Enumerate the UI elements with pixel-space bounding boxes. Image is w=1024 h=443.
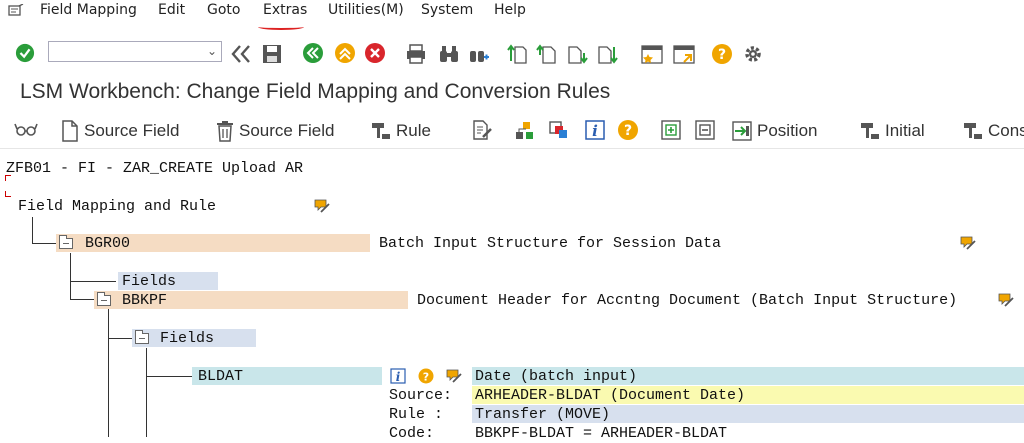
menu-utilities[interactable]: Utilities(M): [328, 2, 404, 18]
tree-line: [70, 299, 94, 300]
note-icon[interactable]: [998, 292, 1014, 308]
command-field[interactable]: ⌄: [48, 41, 222, 62]
structure-name[interactable]: BGR00: [85, 235, 130, 253]
hierarchy-icon[interactable]: [514, 119, 536, 141]
selection-mark: [5, 175, 11, 181]
position-arrow-icon: [732, 121, 752, 141]
rule-tool-icon: [372, 123, 390, 139]
back-green-icon[interactable]: [302, 42, 324, 64]
code-label: Code:: [389, 425, 435, 442]
position-label: Position: [757, 121, 818, 140]
tree-line: [32, 217, 33, 243]
collapse-all-icon[interactable]: [694, 119, 716, 141]
note-icon[interactable]: [446, 368, 462, 384]
fields-node[interactable]: Fields: [122, 273, 176, 291]
structure-description: Batch Input Structure for Session Data: [379, 235, 722, 252]
menu-extras[interactable]: Extras: [263, 2, 307, 18]
structure-name[interactable]: BBKPF: [122, 292, 167, 310]
source-value[interactable]: ARHEADER-BLDAT (Document Date): [475, 387, 745, 405]
rule-label: Rule: [396, 121, 431, 140]
menu-goto[interactable]: Goto: [207, 2, 240, 18]
structure-description: Document Header for Accntng Document (Ba…: [417, 292, 958, 309]
annotation-underline: [258, 24, 304, 30]
print-icon[interactable]: [405, 43, 427, 65]
create-source-field-button[interactable]: Source Field: [60, 120, 179, 142]
constant-button[interactable]: Cons: [962, 120, 1024, 142]
page-title: LSM Workbench: Change Field Mapping and …: [20, 80, 611, 103]
tree-line: [70, 253, 71, 299]
svg-text:i: i: [396, 370, 401, 384]
rule-tool-icon: [861, 123, 879, 139]
help-icon[interactable]: ?: [418, 368, 434, 384]
menu-field-mapping[interactable]: Field Mapping: [40, 2, 137, 18]
find-next-icon[interactable]: [468, 43, 490, 65]
create-session-icon[interactable]: [640, 43, 664, 65]
svg-text:?: ?: [423, 371, 429, 384]
previous-page-icon[interactable]: [536, 43, 558, 65]
delete-source-field-button[interactable]: Source Field: [215, 120, 334, 142]
tree-line: [146, 348, 147, 437]
menu-system[interactable]: System: [421, 2, 473, 18]
menu-icon[interactable]: [8, 4, 24, 18]
layout-colors-icon[interactable]: [548, 119, 570, 141]
display-change-glasses-icon[interactable]: [14, 119, 38, 141]
tree-line: [32, 243, 56, 244]
folder-icon[interactable]: [97, 292, 111, 306]
rule-label: Rule :: [389, 406, 444, 423]
info-icon[interactable]: i: [584, 119, 606, 141]
code-value[interactable]: BBKPF-BLDAT = ARHEADER-BLDAT: [475, 425, 727, 443]
folder-icon[interactable]: [59, 235, 73, 249]
field-name[interactable]: BLDAT: [198, 368, 243, 386]
trash-icon: [217, 121, 233, 142]
svg-text:?: ?: [718, 47, 726, 63]
note-icon[interactable]: [314, 198, 330, 214]
enter-check-icon[interactable]: [14, 43, 36, 63]
tree-header: ZFB01 - FI - ZAR_CREATE Upload AR: [6, 160, 304, 177]
document-icon: [62, 120, 78, 142]
note-icon[interactable]: [960, 235, 976, 251]
edit-document-icon[interactable]: [471, 119, 493, 141]
next-page-icon[interactable]: [566, 43, 588, 65]
cancel-icon[interactable]: [364, 42, 386, 64]
tree-line: [108, 309, 109, 437]
create-source-field-label: Source Field: [84, 121, 180, 140]
tree-root[interactable]: Field Mapping and Rule: [18, 198, 216, 216]
help-icon[interactable]: ?: [617, 119, 639, 141]
rule-button[interactable]: Rule: [370, 120, 431, 142]
fields-node[interactable]: Fields: [160, 330, 214, 348]
selection-mark: [5, 191, 11, 197]
delete-source-field-label: Source Field: [239, 121, 335, 140]
menu-edit[interactable]: Edit: [158, 2, 185, 18]
constant-label: Cons: [988, 121, 1024, 140]
gear-icon[interactable]: [742, 43, 764, 65]
generate-shortcut-icon[interactable]: [672, 43, 696, 65]
initial-button[interactable]: Initial: [859, 120, 925, 142]
rule-value[interactable]: Transfer (MOVE): [475, 406, 610, 424]
help-icon[interactable]: ?: [711, 43, 733, 65]
menu-help[interactable]: Help: [494, 2, 526, 18]
tree-line: [70, 281, 116, 282]
expand-all-icon[interactable]: [660, 119, 682, 141]
last-page-icon[interactable]: [596, 43, 618, 65]
back-double-chevron-icon[interactable]: [230, 44, 252, 64]
field-description: Date (batch input): [475, 368, 638, 385]
mapping-tree: ZFB01 - FI - ZAR_CREATE Upload AR Field …: [0, 150, 1024, 442]
initial-label: Initial: [885, 121, 925, 140]
tree-line: [146, 376, 192, 377]
rule-tool-icon: [964, 123, 982, 139]
position-button[interactable]: Position: [731, 120, 817, 142]
folder-icon[interactable]: [135, 330, 149, 344]
first-page-icon[interactable]: [506, 43, 528, 65]
chevron-down-icon[interactable]: ⌄: [207, 44, 217, 58]
svg-text:?: ?: [624, 123, 632, 139]
save-icon[interactable]: [261, 43, 283, 65]
menu-bar: Field Mapping Edit Goto Extras Utilities…: [0, 0, 1024, 24]
svg-text:i: i: [592, 122, 598, 140]
source-label: Source:: [389, 387, 453, 404]
info-icon[interactable]: i: [390, 368, 406, 384]
exit-up-icon[interactable]: [334, 42, 356, 64]
find-binoculars-icon[interactable]: [438, 43, 460, 65]
